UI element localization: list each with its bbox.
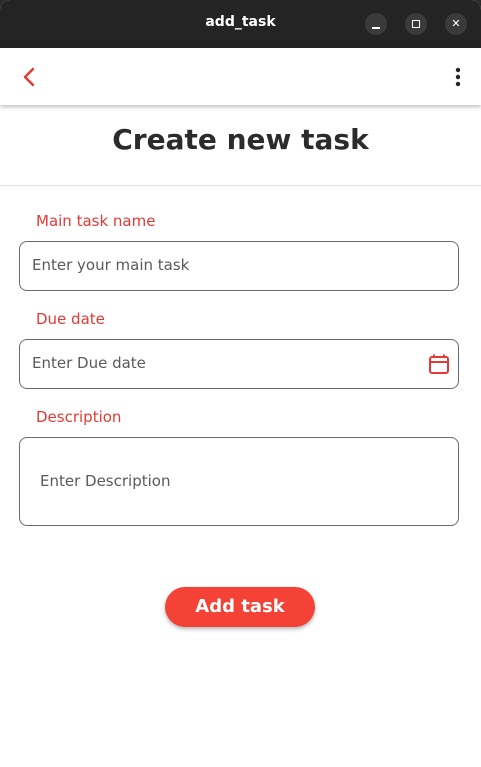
page-title: Create new task <box>112 123 369 156</box>
back-button[interactable] <box>14 62 44 92</box>
main-task-placeholder: Enter your main task <box>32 256 190 274</box>
page-header: Create new task <box>0 105 481 186</box>
description-label: Description <box>36 408 122 426</box>
main-task-label: Main task name <box>36 212 156 230</box>
more-vertical-icon <box>455 67 461 87</box>
calendar-icon[interactable] <box>428 353 450 375</box>
window-titlebar[interactable]: add_task ✕ <box>0 0 481 48</box>
chevron-left-icon <box>23 67 35 87</box>
description-placeholder: Enter Description <box>40 472 171 490</box>
add-task-button[interactable]: Add task <box>165 587 315 627</box>
description-input[interactable]: Enter Description <box>19 437 459 526</box>
due-date-label: Due date <box>36 310 105 328</box>
app-bar <box>0 48 481 105</box>
main-task-input[interactable]: Enter your main task <box>19 241 459 291</box>
overflow-menu-button[interactable] <box>446 64 470 90</box>
due-date-input[interactable]: Enter Due date <box>19 339 459 389</box>
maximize-icon[interactable] <box>405 13 427 35</box>
minimize-icon[interactable] <box>365 13 387 35</box>
close-icon[interactable]: ✕ <box>445 13 467 35</box>
app-window: add_task ✕ Create new task Main task nam… <box>0 0 481 767</box>
due-date-placeholder: Enter Due date <box>32 354 146 372</box>
